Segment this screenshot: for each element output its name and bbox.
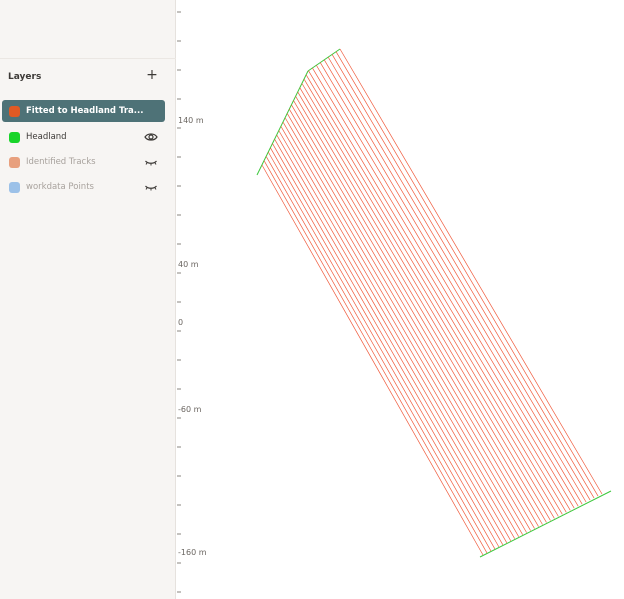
track-line [335, 51, 599, 497]
track-line [301, 83, 559, 517]
layers-panel: Layers + Fitted to Headland Tra... Headl… [0, 0, 176, 599]
axis-label: -60 m [178, 405, 202, 414]
add-layer-button[interactable]: + [145, 68, 159, 82]
layer-color-swatch [9, 182, 20, 193]
track-line [312, 67, 575, 509]
axis-label: 40 m [178, 260, 199, 269]
axis-label: 0 [178, 318, 184, 327]
track-line [289, 108, 535, 529]
app: Layers + Fitted to Headland Tra... Headl… [0, 0, 624, 599]
track-line [268, 151, 496, 550]
layers-title: Layers [8, 72, 42, 82]
layer-item-headland[interactable]: Headland [2, 125, 165, 150]
field-plot [177, 11, 612, 593]
map-canvas[interactable]: 140 m 40 m 0 -60 m -160 m [177, 0, 624, 599]
layer-label: Fitted to Headland Tra... [26, 106, 144, 116]
layer-list: Fitted to Headland Tra... Headland Ident… [0, 100, 176, 200]
track-line [261, 164, 484, 556]
layer-label: Identified Tracks [26, 157, 96, 167]
axis-label: -160 m [178, 548, 207, 557]
track-line [295, 96, 547, 523]
track-line [316, 65, 579, 507]
layers-header: Layers + [0, 58, 176, 98]
layer-color-swatch [9, 157, 20, 168]
headland-edge [479, 490, 612, 558]
track-line [308, 70, 571, 511]
track-line [263, 160, 488, 554]
axis-label: 140 m [178, 116, 204, 125]
track-line [270, 147, 500, 548]
scale-axis: 140 m 40 m 0 -60 m -160 m [177, 0, 217, 599]
layer-color-swatch [9, 132, 20, 143]
layer-label: workdata Points [26, 182, 94, 192]
layer-color-swatch [9, 106, 20, 117]
layer-item-workdata-points[interactable]: workdata Points [2, 175, 165, 200]
track-line [297, 91, 551, 521]
layer-item-fitted-tracks[interactable]: Fitted to Headland Tra... [2, 100, 165, 122]
eye-closed-icon[interactable] [144, 181, 158, 193]
eye-icon[interactable] [144, 131, 158, 143]
track-line [293, 100, 543, 525]
track-line [286, 113, 531, 531]
layer-label: Headland [26, 132, 67, 142]
eye-closed-icon[interactable] [144, 156, 158, 168]
track-line [291, 104, 539, 527]
layer-item-identified-tracks[interactable]: Identified Tracks [2, 150, 165, 175]
track-line [299, 87, 555, 519]
